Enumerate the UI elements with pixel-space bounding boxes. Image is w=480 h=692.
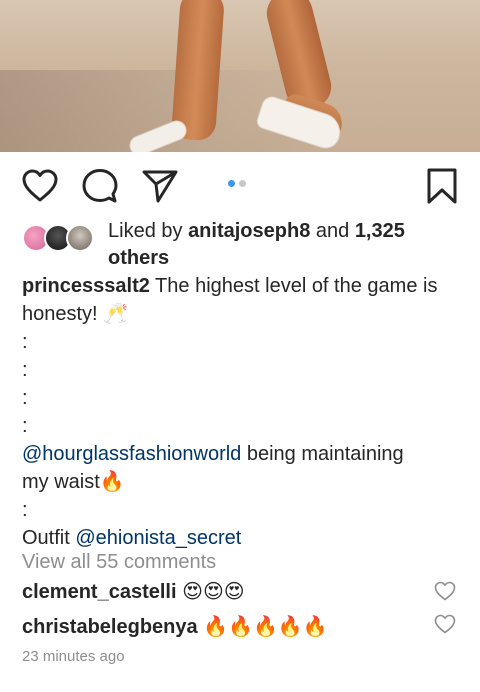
post-caption: princesssalt2 The highest level of the g… bbox=[22, 272, 462, 552]
carousel-dot bbox=[239, 180, 246, 187]
comment-row: clement_castelli 😍😍😍 bbox=[22, 578, 422, 606]
caption-dot: : bbox=[22, 415, 28, 437]
caption-text-maintaining: being maintaining bbox=[241, 443, 404, 465]
share-button[interactable] bbox=[140, 166, 180, 206]
likes-others[interactable]: others bbox=[108, 247, 169, 269]
comment-like-heart-icon[interactable] bbox=[434, 613, 456, 635]
caption-outfit-label: Outfit bbox=[22, 527, 76, 549]
likes-middle: and bbox=[310, 220, 355, 242]
bookmark-icon bbox=[427, 168, 457, 204]
comment-like-heart-icon[interactable] bbox=[434, 580, 456, 602]
action-bar bbox=[0, 166, 480, 208]
comment-text: 😍😍😍 bbox=[176, 581, 245, 603]
comment-username[interactable]: christabelegbenya bbox=[22, 616, 198, 638]
save-button[interactable] bbox=[422, 166, 462, 206]
caption-text-line1: The highest level of the game is bbox=[149, 275, 438, 297]
likes-count[interactable]: 1,325 bbox=[355, 220, 405, 242]
carousel-dot-active bbox=[228, 180, 235, 187]
comment-username[interactable]: clement_castelli bbox=[22, 581, 177, 603]
likes-prefix: Liked by bbox=[108, 220, 189, 242]
avatar bbox=[66, 224, 94, 252]
caption-username[interactable]: princesssalt2 bbox=[22, 275, 150, 297]
comment-row: christabelegbenya 🔥🔥🔥🔥🔥 bbox=[22, 613, 422, 641]
caption-dot: : bbox=[22, 387, 28, 409]
comment-text: 🔥🔥🔥🔥🔥 bbox=[197, 616, 328, 638]
comment-icon bbox=[82, 169, 118, 203]
heart-icon bbox=[22, 169, 58, 202]
likes-text[interactable]: Liked by anitajoseph8 and 1,325 others bbox=[108, 218, 448, 272]
caption-dot: : bbox=[22, 499, 28, 521]
post-photo[interactable] bbox=[0, 0, 480, 152]
caption-mention-hourglass[interactable]: @hourglassfashionworld bbox=[22, 443, 241, 465]
caption-mention-ehionista[interactable]: @ehionista_secret bbox=[75, 527, 241, 549]
post-timestamp: 23 minutes ago bbox=[22, 648, 125, 665]
comment-button[interactable] bbox=[80, 166, 120, 206]
caption-text-waist: my waist🔥 bbox=[22, 471, 125, 493]
caption-dot: : bbox=[22, 331, 28, 353]
view-all-comments-link[interactable]: View all 55 comments bbox=[22, 548, 216, 576]
carousel-indicator bbox=[228, 180, 246, 187]
paper-plane-icon bbox=[142, 170, 178, 203]
photo-shadow bbox=[0, 70, 480, 152]
like-button[interactable] bbox=[20, 166, 60, 206]
caption-text-line2: honesty! 🥂 bbox=[22, 303, 129, 325]
liker-avatars[interactable] bbox=[22, 224, 102, 252]
liker-username[interactable]: anitajoseph8 bbox=[188, 220, 310, 242]
caption-dot: : bbox=[22, 359, 28, 381]
